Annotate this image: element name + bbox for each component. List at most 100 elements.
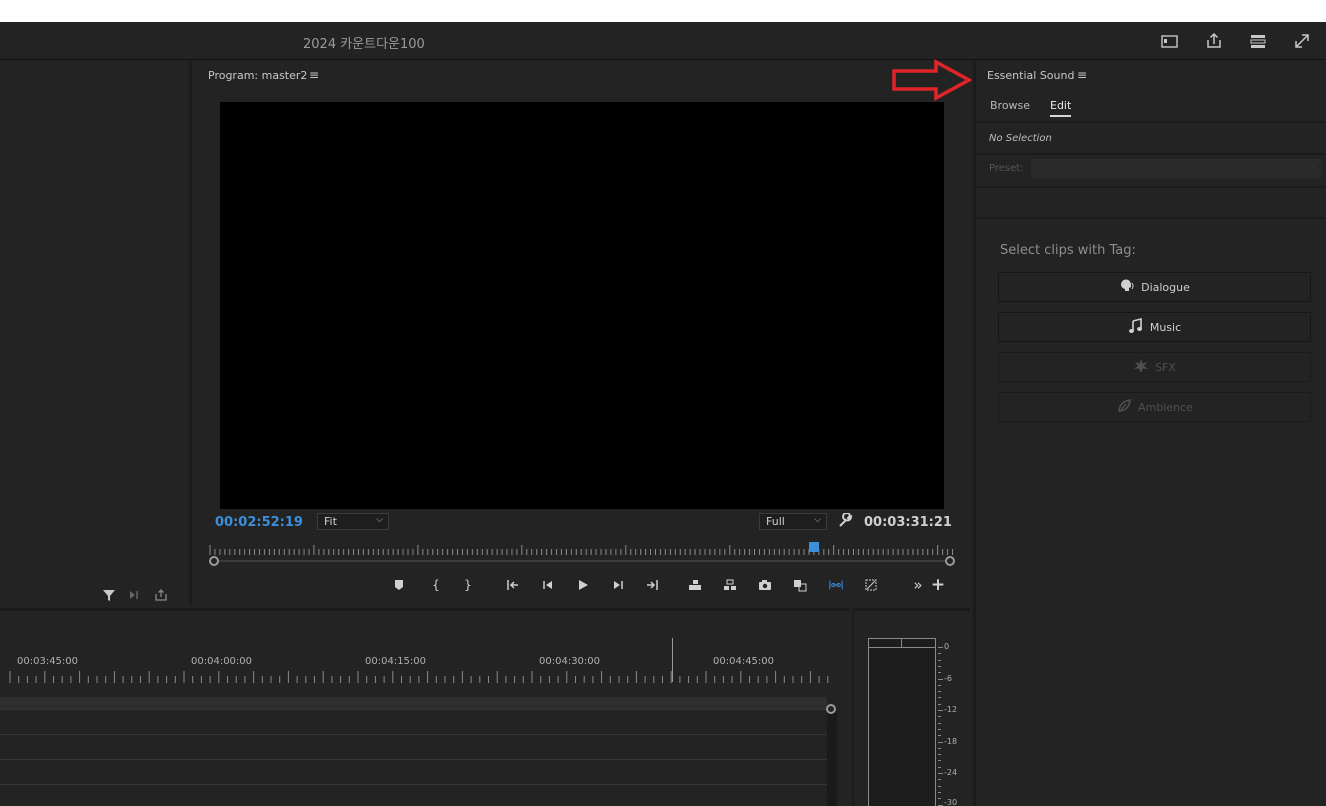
sfx-tag-button[interactable]: SFX [998,352,1311,382]
preset-dropdown[interactable]: ⌵ [1031,159,1321,179]
meter-scale-label: -18 [944,737,958,746]
duration-timecode: 00:03:31:21 [864,515,952,530]
lift-icon[interactable] [684,575,706,595]
wrench-settings-icon[interactable] [837,512,853,533]
meter-tick [938,684,941,686]
workspace-panel-icon[interactable] [1158,30,1180,52]
divider [976,121,1326,123]
meter-tick [938,760,941,762]
divider [976,217,1326,219]
meter-tick [938,791,941,793]
track-divider [0,709,827,710]
mark-in-icon[interactable]: { [425,575,447,595]
ambience-leaf-icon [1116,398,1132,417]
meter-tick [938,766,941,768]
share-export-icon[interactable] [1203,30,1225,52]
track-divider [0,784,827,785]
ambience-label: Ambience [1138,400,1193,414]
comparison-view-icon[interactable] [789,575,811,595]
meter-scale-label: 0 [944,642,950,651]
extract-icon[interactable] [719,575,741,595]
program-panel-title[interactable]: Program: master2 [208,69,307,82]
browser-top-strip [0,0,1326,22]
meter-scale-label: -24 [944,768,958,777]
ruler-label: 00:03:45:00 [17,656,79,667]
tab-edit[interactable]: Edit [1050,99,1072,117]
divider [976,186,1326,188]
meter-tick [938,716,941,718]
ambience-tag-button[interactable]: Ambience [998,392,1311,422]
fullscreen-icon[interactable] [1291,30,1313,52]
playhead[interactable] [809,542,819,552]
meter-tick [938,659,941,661]
essential-sound-title[interactable]: Essential Sound [987,69,1074,82]
meter-tick [938,678,943,680]
timeline-vertical-scrollbar[interactable] [827,709,837,806]
project-title: 2024 카운트다운100 [303,37,425,52]
tab-browse[interactable]: Browse [990,99,1030,112]
filter-icon[interactable] [102,588,116,605]
meter-tick [938,697,941,699]
ruler-label: 00:04:15:00 [365,656,427,667]
meter-tick [938,722,941,724]
vr-video-icon[interactable] [860,575,882,595]
scrollbar-handle[interactable] [826,704,836,714]
scrollbar-end-handle[interactable] [945,556,955,566]
go-to-in-icon[interactable] [502,575,524,595]
meter-tick [938,773,943,774]
essential-sound-menu-icon[interactable]: ≡ [1077,68,1087,82]
music-label: Music [1149,320,1182,334]
audio-meter-panel: 0 -6 -12 -18 -24 -30 [852,608,970,806]
step-back-icon[interactable] [537,575,559,595]
button-editor-plus-icon[interactable]: + [927,575,949,595]
video-preview[interactable] [220,102,944,509]
resolution-value: Full [766,515,785,528]
project-panel [0,61,192,605]
go-to-out-icon[interactable] [641,575,663,595]
overwrite-icon[interactable] [154,588,168,605]
play-icon[interactable] [572,575,594,595]
zoom-select[interactable]: Fit ⌵ [317,513,389,530]
resolution-select[interactable]: Full ⌵ [759,513,827,530]
meter-tick [938,779,941,781]
music-note-icon [1128,317,1144,337]
meter-tick [938,735,941,737]
more-controls-icon[interactable]: » [907,575,929,595]
ruler-label: 00:04:45:00 [713,656,775,667]
meter-tick [938,691,941,693]
annotation-arrow-icon [892,59,973,101]
camera-export-frame-icon[interactable] [754,575,776,595]
mark-out-icon[interactable]: } [457,575,479,595]
meter-tick [938,653,941,655]
meter-tick [938,754,941,756]
zoom-scrollbar[interactable] [210,560,950,562]
meter-scale-label: -6 [944,674,952,683]
panel-options-icon[interactable] [1247,30,1269,52]
step-forward-icon[interactable] [607,575,629,595]
meter-tick [938,798,941,800]
time-ruler[interactable] [208,545,954,555]
zoom-value: Fit [324,515,337,528]
add-marker-icon[interactable] [388,575,410,595]
dialogue-tag-button[interactable]: Dialogue [998,272,1311,302]
tag-heading: Select clips with Tag: [1000,243,1136,258]
music-tag-button[interactable]: Music [998,312,1311,342]
proxy-toggle-icon[interactable] [825,575,847,595]
meter-tick [938,747,941,749]
chevron-down-icon: ⌵ [376,515,383,525]
current-timecode[interactable]: 00:02:52:19 [215,515,303,530]
selection-status: No Selection [989,133,1052,144]
track-divider [0,734,827,735]
meter-peak-indicators[interactable] [868,638,936,648]
scrollbar-start-handle[interactable] [209,556,219,566]
insert-icon[interactable] [128,588,142,605]
meter-tick [938,703,941,705]
timeline-ruler[interactable] [0,671,830,683]
timeline-panel: 00:03:45:00 00:04:00:00 00:04:15:00 00:0… [0,608,850,806]
preset-label: Preset: [989,163,1024,174]
meter-tick [938,804,943,806]
program-menu-icon[interactable]: ≡ [309,68,319,82]
dialogue-icon [1119,278,1135,297]
meter-tick [938,710,943,711]
meter-tick [938,647,943,648]
